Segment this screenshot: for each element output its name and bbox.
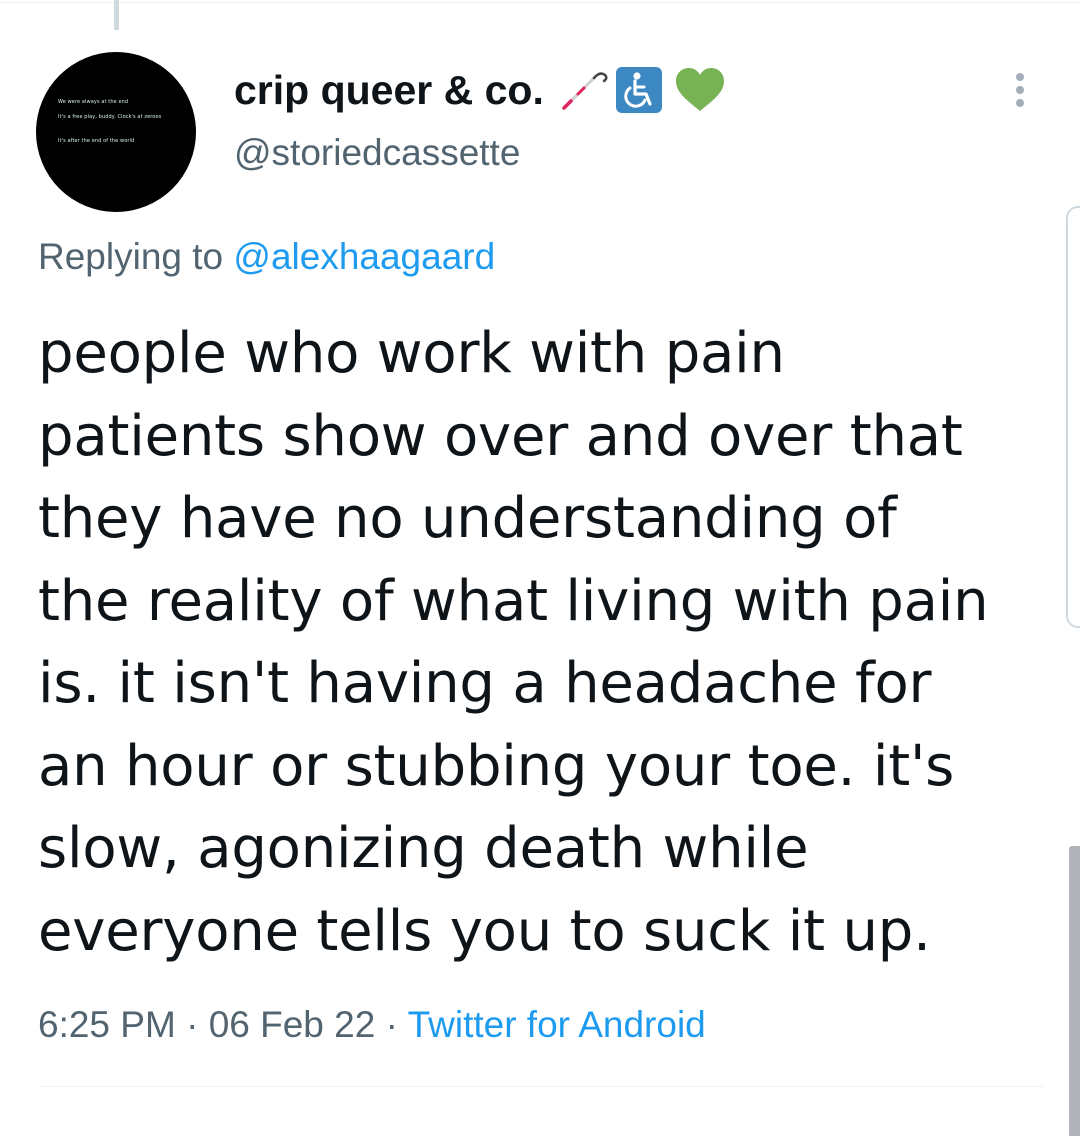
tweet-date[interactable]: 06 Feb 22 [209,1004,376,1045]
replying-to: Replying to @alexhaagaard [38,236,495,278]
display-name[interactable]: crip queer & co. [234,67,544,114]
tweet-text-line: everyone tells you to suck it up. [38,898,931,964]
meta-separator: · [385,1004,398,1045]
author-name-row[interactable]: crip queer & co. [234,62,726,118]
tweet-text-line: people who work with pain [38,321,785,386]
scrollbar-thumb[interactable] [1069,846,1080,1136]
tweet-text-line: slow, agonizing death while [38,816,809,881]
top-divider [0,2,1080,3]
tweet-time[interactable]: 6:25 PM [38,1004,176,1045]
meta-separator: · [186,1004,199,1045]
tweet-text-line: patients show over and over that [38,403,963,469]
tweet-text-line: an hour or stubbing your toe. it's [38,733,955,799]
wheelchair-icon [615,67,662,113]
name-emoji-group [558,67,726,113]
tweet-text-line: the reality of what living with pain [38,568,989,634]
tweet-source-link[interactable]: Twitter for Android [408,1004,706,1045]
tweet-text: people who work with pain patients show … [38,313,1048,973]
tweet-metadata: 6:25 PM · 06 Feb 22 · Twitter for Androi… [38,1004,706,1046]
tweet-text-line: they have no understanding of [38,486,897,551]
tweet-text-line: is. it isn't having a headache for [38,651,932,716]
avatar[interactable]: We were always at the end It's a free pl… [36,52,196,212]
cane-icon [562,72,608,110]
avatar-text-line: It's after the end of the world [58,138,135,144]
replying-to-label: Replying to [38,236,224,277]
replying-to-handle-link[interactable]: @alexhaagaard [233,236,495,277]
thread-connector-line [114,0,119,30]
avatar-text-line: It's a free play, buddy. Clock's at zero… [58,114,162,120]
edge-panel-handle[interactable] [1066,206,1080,628]
green-heart-icon [675,68,724,111]
avatar-text-line: We were always at the end [58,99,129,105]
author-handle[interactable]: @storiedcassette [234,132,520,174]
bottom-divider [38,1086,1044,1087]
more-vertical-icon[interactable] [1006,68,1034,112]
